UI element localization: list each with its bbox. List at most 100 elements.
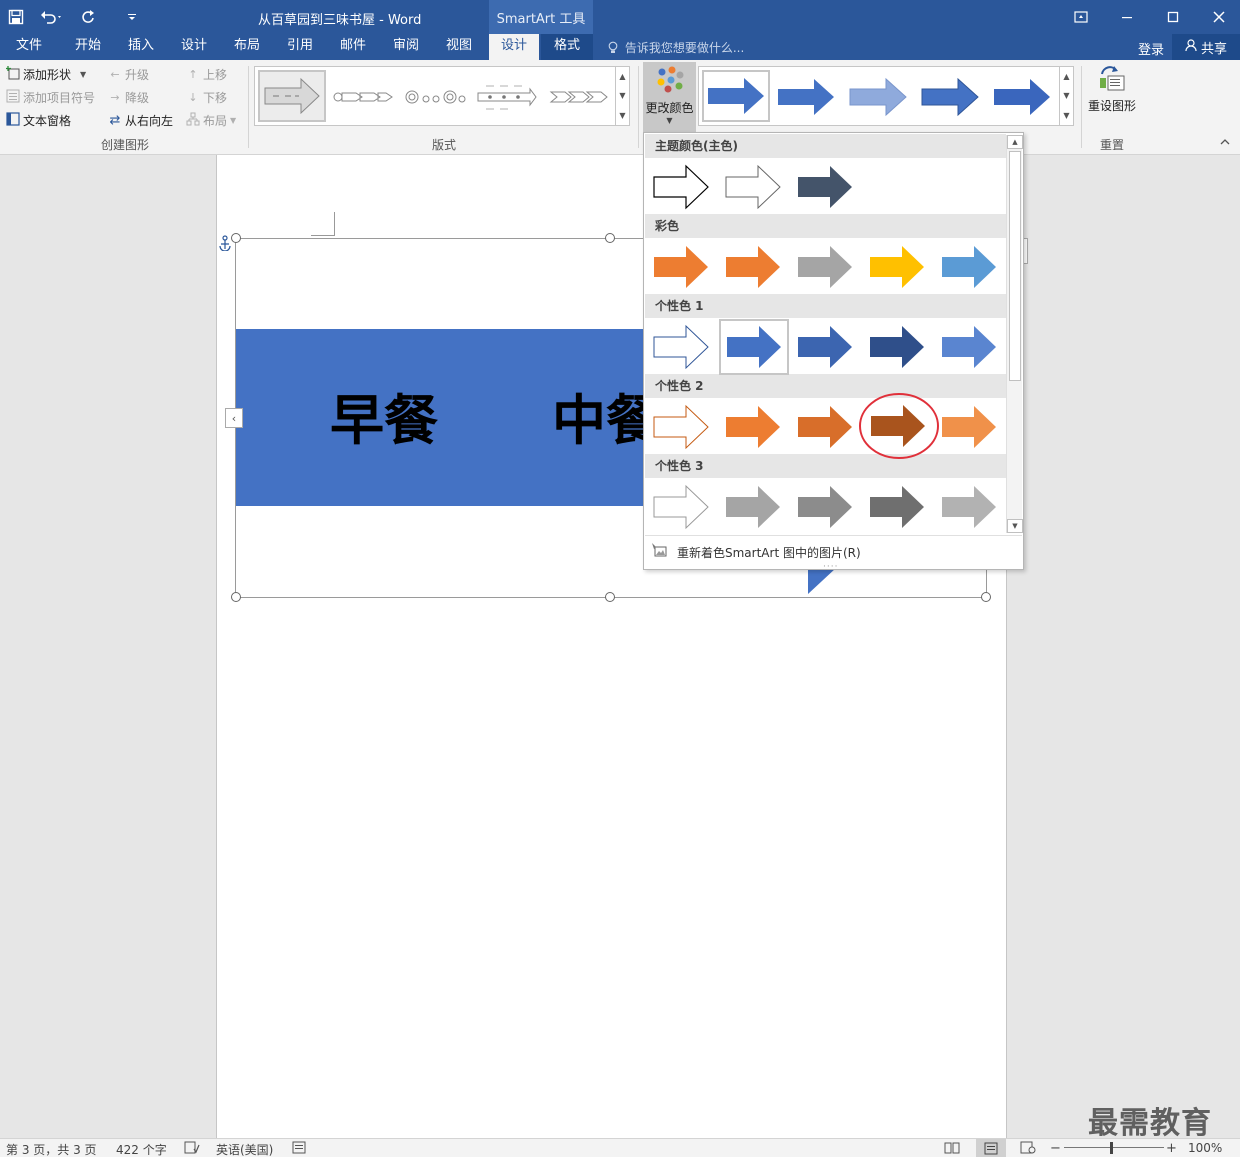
color-swatch-accent1-fill-selected[interactable] [719, 319, 789, 375]
customize-qat-icon[interactable] [116, 0, 148, 34]
color-swatch-accent1-light[interactable] [937, 319, 1001, 375]
layout-thumb-selected[interactable] [258, 70, 326, 122]
tab-smartart-format[interactable]: 格式 [541, 34, 593, 60]
zoom-slider[interactable] [1064, 1147, 1164, 1148]
dropdown-scrollbar[interactable]: ▲ ▼ [1006, 135, 1023, 533]
web-layout-icon[interactable] [1020, 1141, 1036, 1157]
anchor-icon[interactable] [218, 235, 232, 254]
style-thumb-light[interactable] [846, 73, 910, 121]
color-swatch-colorful-3[interactable] [793, 239, 857, 295]
resize-handle-bottom[interactable] [605, 592, 615, 602]
scroll-thumb[interactable] [1009, 151, 1021, 381]
style-thumb-intense[interactable] [990, 73, 1054, 121]
save-icon[interactable] [0, 0, 32, 34]
color-swatch-accent2-fill[interactable] [721, 399, 785, 455]
tab-smartart-design[interactable]: 设计 [489, 34, 539, 60]
tab-file[interactable]: 文件 [4, 34, 54, 60]
color-swatch-colorful-4[interactable] [865, 239, 929, 295]
color-swatch-accent3-gradient[interactable] [793, 479, 857, 535]
add-bullet-button[interactable]: 添加项目符号 [6, 87, 95, 107]
chevron-up-icon[interactable]: ▲ [619, 72, 625, 81]
style-thumb-subtle[interactable] [774, 73, 838, 121]
layouts-gallery[interactable]: ▲ ▼ ▼ [254, 66, 630, 126]
color-swatch-accent3-fill[interactable] [721, 479, 785, 535]
share-button[interactable]: 共享 [1172, 34, 1240, 60]
tell-me-box[interactable]: 告诉我您想要做什么... [608, 39, 744, 56]
text-pane-toggle[interactable]: ‹ [225, 408, 243, 428]
color-swatch-accent3-outline[interactable] [649, 479, 713, 535]
print-layout-icon[interactable] [976, 1139, 1006, 1157]
color-swatch-dark-outline[interactable] [649, 159, 713, 215]
smartart-text-breakfast[interactable]: 早餐 [330, 376, 438, 455]
layout-thumb-circle-chain[interactable] [403, 75, 467, 119]
demote-button[interactable]: → 降级 [108, 87, 149, 107]
layout-thumb-chevron-process[interactable] [547, 75, 611, 119]
right-to-left-button[interactable]: ⇄ 从右向左 [108, 110, 173, 130]
tab-home[interactable]: 开始 [64, 34, 112, 60]
close-icon[interactable] [1196, 0, 1240, 34]
color-swatch-accent3-light[interactable] [937, 479, 1001, 535]
move-up-button[interactable]: ↑ 上移 [186, 64, 227, 84]
color-swatch-accent1-gradient[interactable] [793, 319, 857, 375]
zoom-in-button[interactable]: + [1166, 1141, 1177, 1156]
word-count[interactable]: 422 个字 [116, 1141, 167, 1157]
tab-mailings[interactable]: 邮件 [329, 34, 377, 60]
redo-icon[interactable] [72, 0, 104, 34]
move-down-button[interactable]: ↓ 下移 [186, 87, 227, 107]
change-colors-button[interactable]: 更改颜色 ▼ [643, 62, 696, 132]
resize-handle-bottom-left[interactable] [231, 592, 241, 602]
tab-review[interactable]: 审阅 [382, 34, 430, 60]
sign-in-link[interactable]: 登录 [1138, 39, 1164, 58]
tab-insert[interactable]: 插入 [117, 34, 165, 60]
resize-handle-top-left[interactable] [231, 233, 241, 243]
tab-layout[interactable]: 布局 [223, 34, 271, 60]
layout-thumb-chevron-list[interactable] [331, 75, 395, 119]
collapse-ribbon-icon[interactable] [1220, 136, 1230, 149]
resize-handle-top[interactable] [605, 233, 615, 243]
scroll-down-arrow[interactable]: ▼ [1007, 519, 1023, 533]
maximize-icon[interactable] [1150, 0, 1196, 34]
color-swatch-dark-fill[interactable] [793, 159, 857, 215]
text-pane-button[interactable]: 文本窗格 [6, 110, 71, 130]
chevron-down-icon[interactable]: ▼ [619, 91, 625, 100]
read-mode-icon[interactable] [944, 1141, 960, 1157]
color-swatch-colorful-1[interactable] [649, 239, 713, 295]
minimize-icon[interactable] [1104, 0, 1150, 34]
add-shape-button[interactable]: 添加形状 ▼ [6, 64, 86, 84]
zoom-out-button[interactable]: − [1050, 1141, 1061, 1156]
color-swatch-accent3-dark[interactable] [865, 479, 929, 535]
layouts-gallery-scroll[interactable]: ▲ ▼ ▼ [615, 67, 629, 125]
tab-view[interactable]: 视图 [435, 34, 483, 60]
tab-design[interactable]: 设计 [170, 34, 218, 60]
color-swatch-colorful-2[interactable] [721, 239, 785, 295]
styles-gallery-scroll[interactable]: ▲ ▼ ▼ [1059, 67, 1073, 125]
language-indicator[interactable]: 英语(美国) [216, 1141, 273, 1157]
promote-button[interactable]: ← 升级 [108, 64, 149, 84]
gallery-more-icon[interactable]: ▼ [1063, 111, 1069, 120]
recolor-pictures-item[interactable]: 重新着色SmartArt 图中的图片(R) ···· [645, 535, 1022, 572]
change-colors-dropdown[interactable]: 主题颜色(主色) 彩色 个性色 1 个性色 2 个性色 3 ▲ ▼ 重新着色Sm… [643, 132, 1024, 572]
macro-icon[interactable] [292, 1141, 306, 1157]
color-swatch-accent2-dark-highlighted[interactable] [859, 392, 939, 460]
page-count[interactable]: 第 3 页，共 3 页 [6, 1141, 97, 1157]
ribbon-display-options-icon[interactable] [1058, 0, 1104, 34]
chevron-up-icon[interactable]: ▲ [1063, 72, 1069, 81]
layout-thumb-timeline[interactable] [475, 75, 539, 119]
scroll-up-arrow[interactable]: ▲ [1007, 135, 1023, 149]
color-swatch-accent2-light[interactable] [937, 399, 1001, 455]
tab-references[interactable]: 引用 [276, 34, 324, 60]
color-swatch-accent2-gradient[interactable] [793, 399, 857, 455]
undo-icon[interactable] [32, 0, 72, 34]
style-thumb-moderate[interactable] [918, 73, 982, 121]
proofing-icon[interactable] [184, 1141, 200, 1157]
chevron-down-icon[interactable]: ▼ [1063, 91, 1069, 100]
color-swatch-accent1-outline[interactable] [649, 319, 713, 375]
gallery-more-icon[interactable]: ▼ [619, 111, 625, 120]
color-swatch-gray-outline[interactable] [721, 159, 785, 215]
zoom-level[interactable]: 100% [1188, 1141, 1222, 1155]
color-swatch-accent2-outline[interactable] [649, 399, 713, 455]
reset-graphic-button[interactable]: 重设图形 [1086, 64, 1138, 114]
style-thumb-selected[interactable] [702, 70, 770, 122]
zoom-slider-thumb[interactable] [1110, 1142, 1113, 1154]
smartart-styles-gallery[interactable]: ▲ ▼ ▼ [698, 66, 1074, 126]
